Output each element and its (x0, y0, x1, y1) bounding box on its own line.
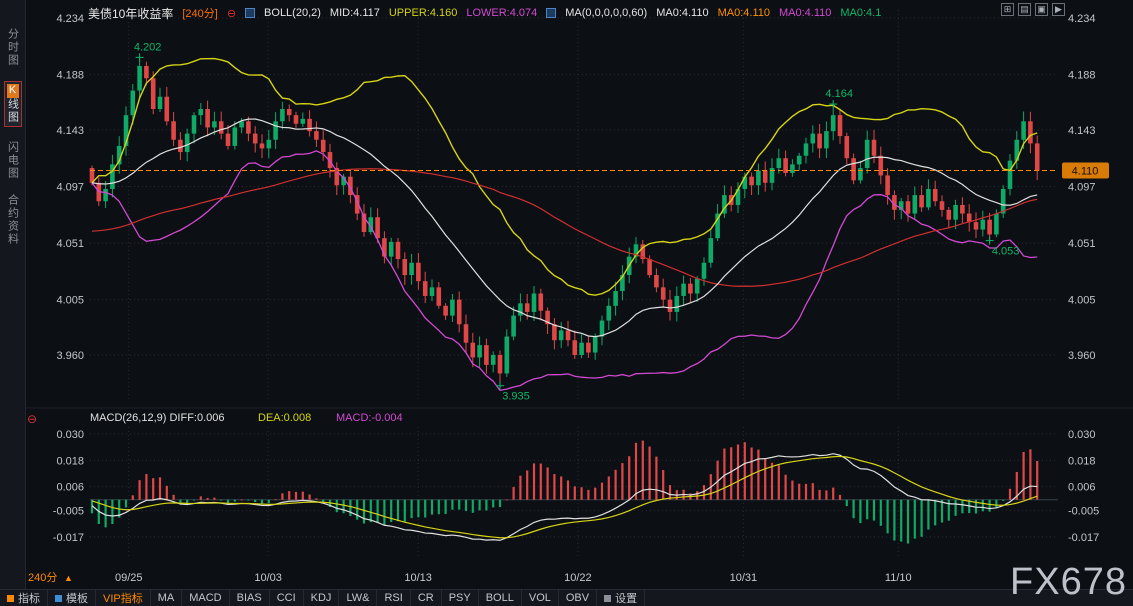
svg-text:-0.005: -0.005 (1068, 506, 1099, 518)
toolbar-item-模板[interactable]: 模板 (48, 590, 96, 606)
toolbar-item-VIP指标[interactable]: VIP指标 (96, 590, 151, 606)
svg-text:4.005: 4.005 (1068, 295, 1096, 307)
current-price-marker: 4.110 (90, 163, 1109, 179)
sidebar-item-3[interactable]: 闪电图 (5, 141, 21, 180)
toolbar-icon (55, 595, 62, 602)
candlesticks (90, 57, 1040, 385)
price-axis-labels: 4.2344.2344.1884.1884.1434.1434.0974.097… (53, 13, 1099, 544)
ma-value-2: MA0:4.110 (718, 7, 770, 19)
indicator-icon (546, 8, 556, 18)
boll-label: BOLL(20,2) (264, 7, 321, 19)
window-controls: ⊞ ▤ ▣ ▶ (1001, 3, 1065, 16)
toolbar-item-设置[interactable]: 设置 (597, 590, 645, 606)
toolbar-item-LW&[interactable]: LW& (339, 590, 377, 606)
svg-text:-0.017: -0.017 (1068, 532, 1099, 544)
svg-text:10/03: 10/03 (254, 572, 282, 584)
window-control-icon-1[interactable]: ⊞ (1001, 3, 1014, 16)
ma-value-1: MA0:4.110 (656, 7, 708, 19)
svg-text:4.005: 4.005 (56, 295, 84, 307)
symbol-title: 美债10年收益率 (88, 5, 173, 22)
toolbar-item-PSY[interactable]: PSY (442, 590, 479, 606)
svg-text:4.188: 4.188 (56, 70, 84, 82)
svg-text:4.053: 4.053 (992, 246, 1020, 258)
watermark: FX678 (1010, 561, 1127, 604)
grid-lines (26, 10, 1133, 556)
window-control-icon-2[interactable]: ▤ (1018, 3, 1031, 16)
macd-pane (91, 441, 1038, 544)
toolbar-item-RSI[interactable]: RSI (377, 590, 410, 606)
toolbar-icon (604, 595, 611, 602)
sidebar-item-4[interactable]: 合约资料 (5, 194, 21, 246)
bottom-toolbar: 指标模板VIP指标MAMACDBIASCCIKDJLW&RSICRPSYBOLL… (0, 589, 1133, 606)
ma-label: MA(0,0,0,0,0,60) (565, 7, 647, 19)
boll-upper-value: UPPER:4.160 (389, 7, 457, 19)
svg-text:4.202: 4.202 (134, 41, 162, 53)
ma-value-4: MA0:4.1 (840, 7, 881, 19)
macd-collapse-icon[interactable]: ⊖ (27, 412, 37, 426)
toolbar-item-CR[interactable]: CR (411, 590, 442, 606)
svg-text:10/22: 10/22 (564, 572, 592, 584)
toolbar-item-MA[interactable]: MA (151, 590, 183, 606)
toolbar-item-VOL[interactable]: VOL (522, 590, 559, 606)
sidebar-item-2[interactable]: K线图 (4, 81, 22, 127)
svg-text:4.143: 4.143 (56, 125, 84, 137)
boll-mid-value: MID:4.117 (330, 7, 380, 19)
svg-text:4.164: 4.164 (825, 88, 853, 100)
svg-text:4.097: 4.097 (56, 181, 84, 193)
indicator-header: 美债10年收益率 [240分] ⊖ BOLL(20,2) MID:4.117 UPPER:… (26, 0, 1133, 26)
toolbar-item-OBV[interactable]: OBV (559, 590, 597, 606)
time-axis: 09/25 10/03 10/13 10/22 10/31 11/10 240分 ▲ (28, 571, 912, 584)
svg-text:0.006: 0.006 (56, 482, 84, 494)
svg-text:09/25: 09/25 (115, 572, 143, 584)
ma-boll-lines (92, 59, 1037, 391)
svg-text:-0.017: -0.017 (53, 532, 84, 544)
toolbar-item-MACD[interactable]: MACD (182, 590, 229, 606)
svg-text:0.018: 0.018 (1068, 455, 1096, 467)
toolbar-item-BIAS[interactable]: BIAS (230, 590, 270, 606)
svg-text:0.006: 0.006 (1068, 482, 1096, 494)
svg-text:4.051: 4.051 (56, 238, 84, 250)
sidebar-item-1[interactable]: 分时图 (5, 28, 21, 67)
toolbar-icon (7, 595, 14, 602)
svg-text:0.018: 0.018 (56, 455, 84, 467)
svg-text:-0.005: -0.005 (53, 506, 84, 518)
svg-text:4.143: 4.143 (1068, 125, 1096, 137)
boll-lower-value: LOWER:4.074 (466, 7, 537, 19)
toolbar-item-指标[interactable]: 指标 (0, 590, 48, 606)
svg-text:DEA:0.008: DEA:0.008 (258, 412, 311, 424)
ma-value-3: MA0:4.110 (779, 7, 831, 19)
svg-text:10/31: 10/31 (730, 572, 758, 584)
collapse-main-icon[interactable]: ⊖ (227, 7, 236, 20)
timeframe-badge[interactable]: [240分] (182, 5, 217, 21)
sidebar: 分时图 K线图闪电图合约资料 (0, 0, 26, 589)
svg-text:4.097: 4.097 (1068, 181, 1096, 193)
macd-header: MACD(26,12,9) DIFF:0.006 DEA:0.008 MACD:-0… (90, 412, 403, 424)
toolbar-item-BOLL[interactable]: BOLL (479, 590, 522, 606)
svg-text:0.030: 0.030 (56, 429, 84, 441)
svg-text:MACD:-0.004: MACD:-0.004 (336, 412, 403, 424)
svg-text:MACD(26,12,9) DIFF:0.006: MACD(26,12,9) DIFF:0.006 (90, 412, 225, 424)
indicator-icon (245, 8, 255, 18)
svg-text:3.960: 3.960 (56, 350, 84, 362)
window-control-icon-3[interactable]: ▣ (1035, 3, 1048, 16)
svg-text:240分: 240分 (28, 571, 57, 584)
svg-text:▲: ▲ (64, 573, 73, 583)
svg-text:10/13: 10/13 (404, 572, 432, 584)
svg-text:3.960: 3.960 (1068, 350, 1096, 362)
toolbar-item-KDJ[interactable]: KDJ (304, 590, 340, 606)
svg-text:4.188: 4.188 (1068, 70, 1096, 82)
svg-text:4.051: 4.051 (1068, 238, 1096, 250)
toolbar-item-CCI[interactable]: CCI (270, 590, 304, 606)
svg-text:11/10: 11/10 (885, 572, 912, 584)
chart-canvas[interactable]: 09/2510/0310/1310/2210/3111/10240分▲4.234… (0, 0, 1133, 590)
window-control-icon-4[interactable]: ▶ (1052, 3, 1065, 16)
svg-text:3.935: 3.935 (502, 391, 530, 403)
svg-text:4.110: 4.110 (1072, 166, 1099, 178)
svg-text:0.030: 0.030 (1068, 429, 1096, 441)
